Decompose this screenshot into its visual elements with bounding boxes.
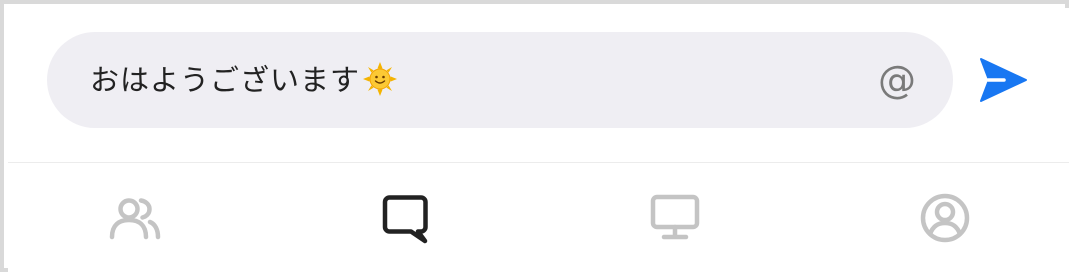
tab-profile[interactable]	[885, 163, 1005, 272]
message-composer: おはようございます @	[8, 8, 1069, 162]
profile-icon	[920, 193, 970, 242]
tab-chat[interactable]	[345, 163, 465, 272]
message-input[interactable]: おはようございます @	[47, 32, 953, 128]
app-frame: おはようございます @	[0, 0, 1069, 272]
bottom-tab-bar	[8, 163, 1069, 272]
friends-icon	[109, 197, 161, 239]
sun-emoji-icon	[363, 62, 398, 96]
mention-button[interactable]: @	[873, 56, 921, 104]
send-button[interactable]	[978, 55, 1028, 105]
monitor-icon	[650, 194, 700, 239]
message-text: おはようございます	[90, 62, 398, 98]
tab-monitor[interactable]	[615, 163, 735, 272]
message-value: おはようございます	[90, 63, 361, 97]
chat-icon	[382, 194, 428, 243]
at-sign-icon: @	[878, 58, 916, 102]
tab-friends[interactable]	[75, 163, 195, 272]
